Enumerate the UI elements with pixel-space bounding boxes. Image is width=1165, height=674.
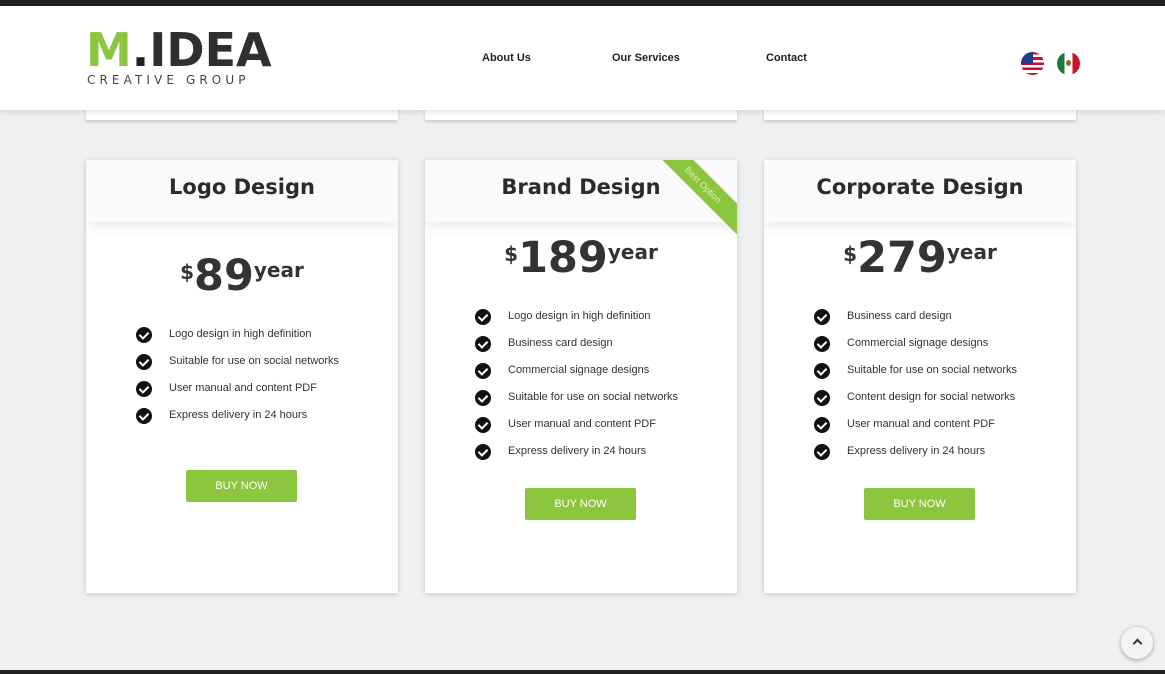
footer-strip <box>0 670 1165 674</box>
plan-price: $189year <box>504 233 658 283</box>
checkmark-icon <box>475 390 491 406</box>
pricing-card-brand-design: Brand Design Best Option $189year Logo d… <box>425 160 737 593</box>
checkmark-icon <box>475 417 491 433</box>
nav-our-services[interactable]: Our Services <box>612 52 680 64</box>
buy-now-button[interactable]: BUY NOW <box>186 470 297 502</box>
checkmark-icon <box>814 390 830 406</box>
site-header: M.IDEA CREATIVE GROUP About Us Our Servi… <box>0 6 1165 110</box>
card-header: Corporate Design <box>764 160 1076 222</box>
checkmark-icon <box>814 444 830 460</box>
company-logo[interactable]: M.IDEA CREATIVE GROUP <box>86 24 272 87</box>
card-header: Logo Design <box>86 160 398 222</box>
checkmark-icon <box>475 363 491 379</box>
buy-now-button[interactable]: BUY NOW <box>525 488 636 520</box>
nav-about-us[interactable]: About Us <box>482 52 531 64</box>
buy-now-button[interactable]: BUY NOW <box>864 488 975 520</box>
pricing-card-logo-design: Logo Design $89year Logo design in high … <box>86 160 398 593</box>
plan-title: Logo Design <box>169 175 315 199</box>
plan-price: $279year <box>843 233 997 283</box>
checkmark-icon <box>136 327 152 343</box>
scroll-to-top-button[interactable] <box>1121 627 1153 659</box>
pricing-card-corporate-design: Corporate Design $279year Business card … <box>764 160 1076 593</box>
checkmark-icon <box>814 336 830 352</box>
checkmark-icon <box>136 354 152 370</box>
us-flag-icon[interactable] <box>1021 52 1044 75</box>
checkmark-icon <box>475 336 491 352</box>
plan-price: $89year <box>180 251 304 301</box>
checkmark-icon <box>814 417 830 433</box>
checkmark-icon <box>475 309 491 325</box>
mexico-flag-icon[interactable] <box>1057 52 1080 75</box>
logo-wordmark: M.IDEA <box>86 23 272 77</box>
logo-tagline: CREATIVE GROUP <box>87 73 250 87</box>
checkmark-icon <box>814 309 830 325</box>
checkmark-icon <box>475 444 491 460</box>
checkmark-icon <box>814 363 830 379</box>
nav-contact[interactable]: Contact <box>766 52 807 64</box>
checkmark-icon <box>136 381 152 397</box>
checkmark-icon <box>136 408 152 424</box>
plan-title: Corporate Design <box>816 175 1024 199</box>
